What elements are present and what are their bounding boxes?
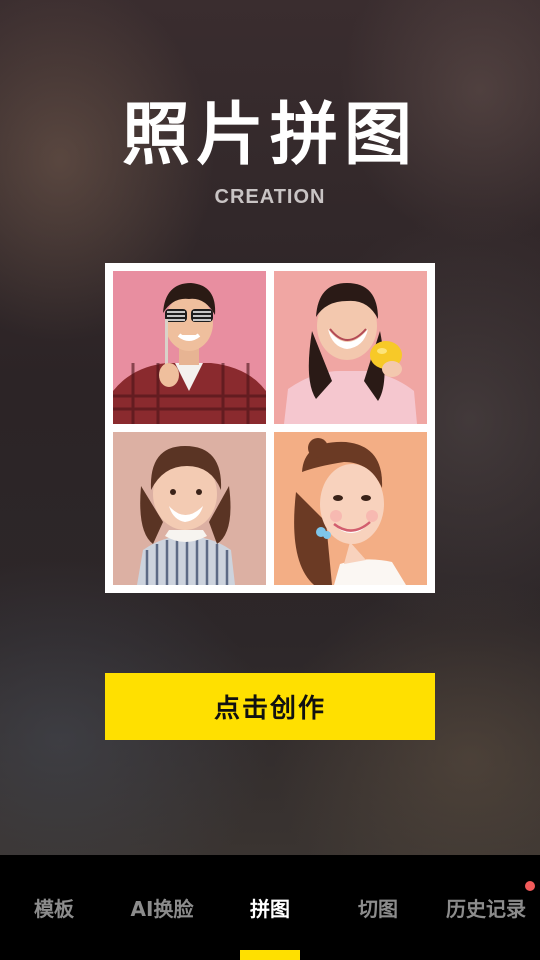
page-title: 照片拼图 bbox=[121, 96, 418, 175]
man-with-sunglasses-photo bbox=[113, 271, 266, 424]
start-creating-button[interactable]: 点击创作 bbox=[105, 673, 435, 740]
collage-photo-man bbox=[113, 271, 266, 424]
tab-templates[interactable]: 模板 bbox=[0, 855, 108, 960]
tab-history[interactable]: 历史记录 bbox=[432, 855, 540, 960]
page-subtitle: CREATION bbox=[214, 186, 326, 208]
collage-photo-little-girl bbox=[113, 432, 266, 585]
girl-with-orange-photo bbox=[274, 271, 427, 424]
little-girl-photo bbox=[113, 432, 266, 585]
active-tab-indicator bbox=[240, 950, 300, 960]
collage-photo-girl bbox=[274, 271, 427, 424]
young-woman-photo bbox=[274, 432, 427, 585]
tab-collage[interactable]: 拼图 bbox=[216, 855, 324, 960]
tab-ai-face-swap[interactable]: AI换脸 bbox=[108, 855, 216, 960]
bottom-tab-bar: 模板 AI换脸 拼图 切图 历史记录 bbox=[0, 855, 540, 960]
collage-photo-woman bbox=[274, 432, 427, 585]
tab-cut-image[interactable]: 切图 bbox=[324, 855, 432, 960]
notification-badge bbox=[525, 881, 535, 891]
collage-preview bbox=[105, 263, 435, 593]
header: 照片拼图 CREATION bbox=[0, 96, 540, 209]
